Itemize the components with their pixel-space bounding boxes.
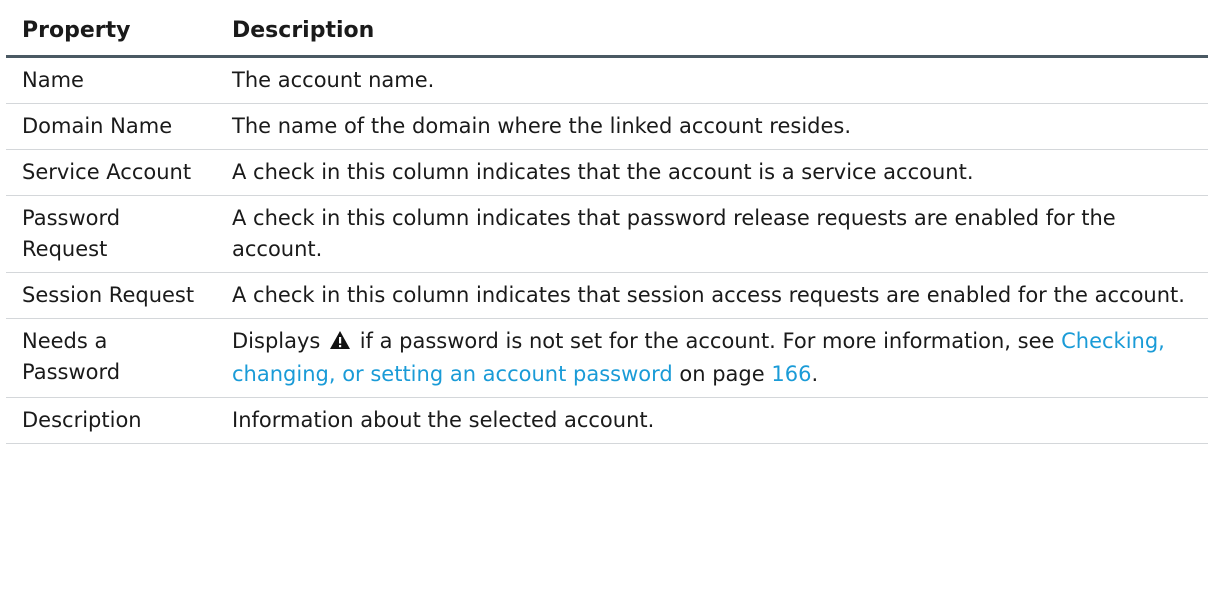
property-name: Session Request xyxy=(6,272,216,319)
property-name: Password Request xyxy=(6,195,216,273)
table-row: Session Request A check in this column i… xyxy=(6,272,1208,319)
property-description: The account name. xyxy=(216,56,1208,104)
table-row: Needs a Password Displays if a password … xyxy=(6,318,1208,398)
column-header-property: Property xyxy=(6,0,216,58)
property-name: Name xyxy=(6,56,216,104)
property-description: The name of the domain where the linked … xyxy=(216,103,1208,150)
table-row: Name The account name. xyxy=(6,56,1208,104)
table-row: Description Information about the select… xyxy=(6,397,1208,444)
property-name: Description xyxy=(6,397,216,444)
table-row: Domain Name The name of the domain where… xyxy=(6,103,1208,150)
property-description: A check in this column indicates that se… xyxy=(216,272,1208,319)
table-row: Password Request A check in this column … xyxy=(6,195,1208,273)
table-header: Property Description xyxy=(6,0,1208,58)
table-row: Service Account A check in this column i… xyxy=(6,149,1208,196)
properties-table: Property Description Name The account na… xyxy=(6,0,1208,444)
description-text: . xyxy=(811,362,819,386)
table-body: Name The account name. Domain Name The n… xyxy=(6,56,1208,444)
property-name: Needs a Password xyxy=(6,318,216,398)
property-name: Domain Name xyxy=(6,103,216,150)
page-number-link[interactable]: 166 xyxy=(771,362,811,386)
header-row: Property Description xyxy=(6,0,1208,58)
warning-icon xyxy=(329,328,351,359)
property-description: A check in this column indicates that th… xyxy=(216,149,1208,196)
column-header-description: Description xyxy=(216,0,1208,58)
property-description: A check in this column indicates that pa… xyxy=(216,195,1208,273)
property-description: Displays if a password is not set for th… xyxy=(216,318,1208,398)
description-text: on page xyxy=(672,362,772,386)
description-text: Displays xyxy=(232,329,321,353)
property-name: Service Account xyxy=(6,149,216,196)
property-description: Information about the selected account. xyxy=(216,397,1208,444)
description-text: if a password is not set for the account… xyxy=(353,329,1062,353)
